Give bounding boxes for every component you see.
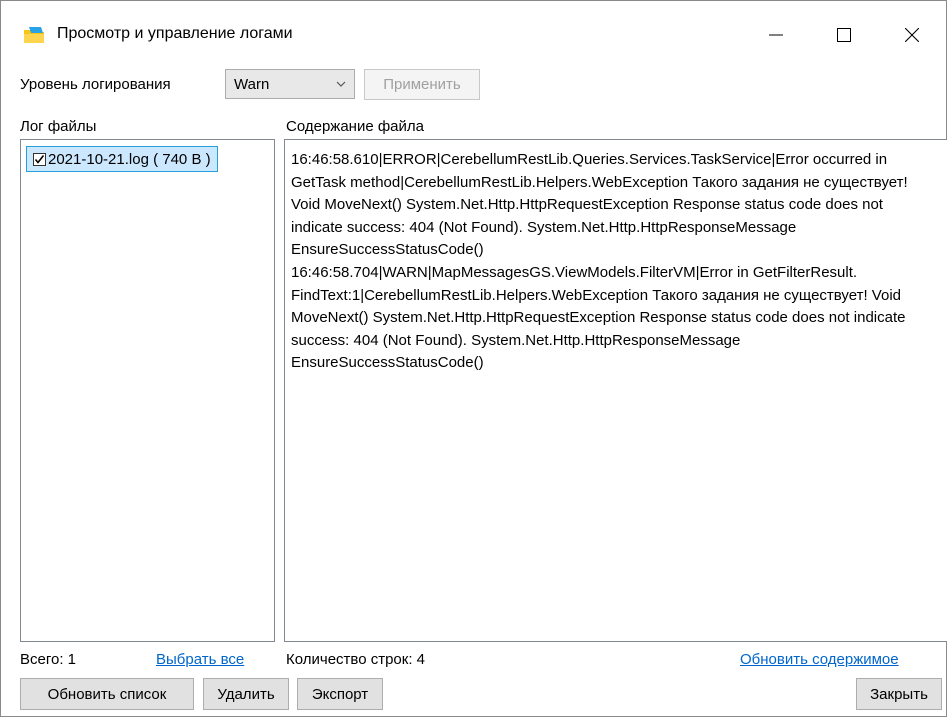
apply-button[interactable]: Применить xyxy=(364,69,480,100)
close-icon xyxy=(905,28,919,42)
close-window-button[interactable] xyxy=(889,15,935,55)
lines-count: Количество строк: 4 xyxy=(286,651,426,668)
title-bar: Просмотр и управление логами xyxy=(1,1,946,61)
file-content-area[interactable]: 16:46:58.610|ERROR|CerebellumRestLib.Que… xyxy=(284,139,947,642)
log-files-header: Лог файлы xyxy=(20,118,97,135)
file-checkbox[interactable] xyxy=(33,152,46,166)
total-files-count: Всего: 1 xyxy=(20,651,77,668)
close-button[interactable]: Закрыть xyxy=(856,678,942,710)
checkmark-icon xyxy=(34,154,45,164)
file-content-text: 16:46:58.610|ERROR|CerebellumRestLib.Que… xyxy=(291,151,908,372)
list-item[interactable]: 2021-10-21.log ( 740 B ) xyxy=(26,146,218,172)
folder-icon xyxy=(24,27,44,43)
refresh-content-link[interactable]: Обновить содержимое xyxy=(740,651,899,668)
chevron-down-icon xyxy=(336,81,346,87)
log-files-list[interactable]: 2021-10-21.log ( 740 B ) xyxy=(20,139,275,642)
maximize-button[interactable] xyxy=(821,15,867,55)
log-level-value: Warn xyxy=(234,76,270,93)
file-content-header: Содержание файла xyxy=(286,118,424,135)
minimize-button[interactable] xyxy=(753,15,799,55)
maximize-icon xyxy=(837,28,851,42)
log-level-select[interactable]: Warn xyxy=(225,69,355,99)
file-item-label: 2021-10-21.log ( 740 B ) xyxy=(48,150,211,168)
log-viewer-window: Просмотр и управление логами Уровень лог… xyxy=(0,0,947,717)
refresh-list-button[interactable]: Обновить список xyxy=(20,678,194,710)
export-button[interactable]: Экспорт xyxy=(297,678,383,710)
minimize-icon xyxy=(769,34,783,36)
log-level-label: Уровень логирования xyxy=(20,76,171,93)
select-all-link[interactable]: Выбрать все xyxy=(156,651,244,668)
delete-button[interactable]: Удалить xyxy=(203,678,289,710)
window-title: Просмотр и управление логами xyxy=(57,25,293,42)
